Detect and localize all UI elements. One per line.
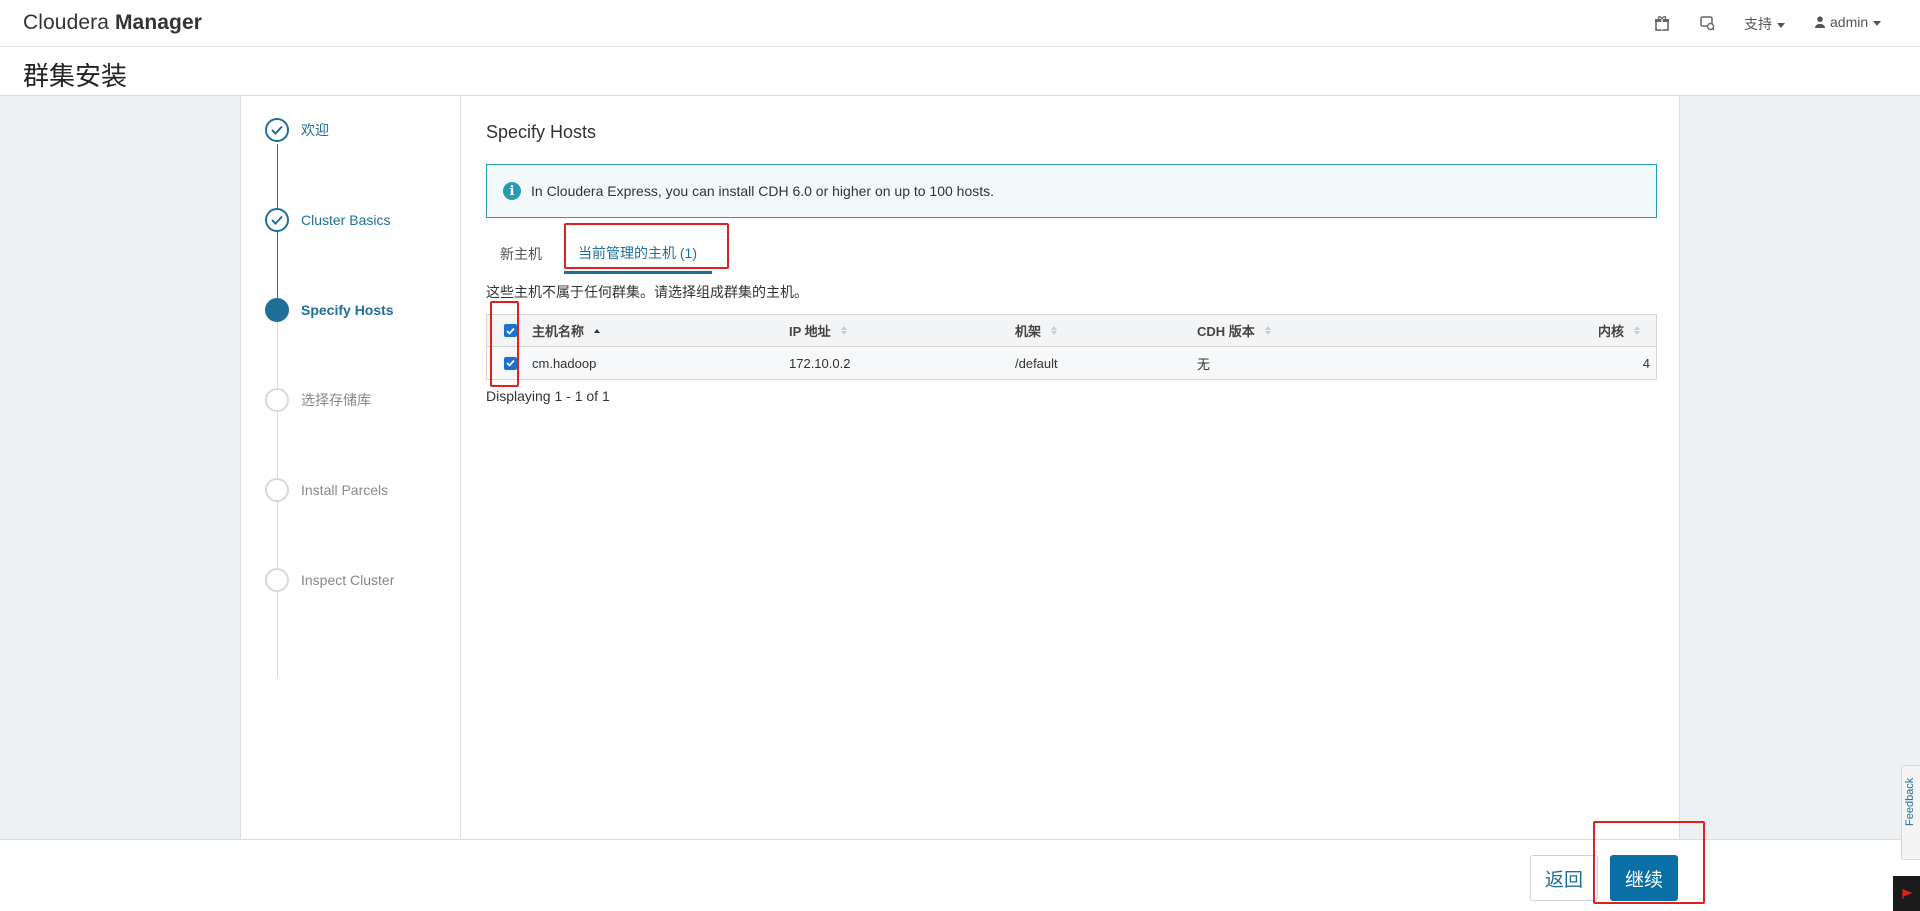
sort-icon — [1051, 326, 1058, 335]
cell-hostname: cm.hadoop — [532, 355, 597, 371]
wizard-step-label: Install Parcels — [301, 482, 389, 498]
wizard-step-label: 选择存储库 — [301, 392, 371, 408]
column-header-label: CDH 版本 — [1197, 324, 1255, 339]
table-header-row: 主机名称 IP 地址 机架 CDH 版本 内核 — [487, 315, 1656, 347]
cell-cores: 4 — [1642, 355, 1650, 371]
column-header-hostname[interactable]: 主机名称 — [532, 321, 601, 340]
tasks-icon[interactable] — [1697, 13, 1717, 33]
page-title: 群集安装 — [23, 61, 128, 91]
support-menu-label: 支持 — [1744, 16, 1772, 32]
row-select-checkbox[interactable] — [504, 356, 517, 370]
host-tabs: 新主机 当前管理的主机 (1) — [486, 223, 1657, 274]
column-header-cores[interactable]: 内核 — [1598, 321, 1640, 340]
sort-icon — [1264, 326, 1271, 335]
feedback-tab[interactable]: Feedback — [1901, 765, 1920, 860]
wizard-step-label: Cluster Basics — [301, 212, 391, 228]
active-step-dot-icon — [265, 298, 289, 322]
feedback-label: Feedback — [1904, 777, 1916, 826]
checkbox-checked-icon — [504, 324, 517, 337]
wizard-step-label: 欢迎 — [301, 122, 329, 138]
tab-label: 当前管理的主机 (1) — [578, 244, 697, 261]
wizard-card: 欢迎 Cluster Basics Specify Hosts 选择存储库 In… — [240, 96, 1680, 840]
column-header-label: 内核 — [1597, 324, 1624, 339]
cell-cdh-version: 无 — [1197, 356, 1211, 372]
wizard-step-cluster-basics[interactable]: Cluster Basics — [265, 207, 390, 233]
wizard-step-specify-hosts[interactable]: Specify Hosts — [265, 297, 394, 323]
pending-step-circle-icon — [265, 388, 289, 412]
section-title: Specify Hosts — [486, 122, 597, 142]
tab-new-hosts[interactable]: 新主机 — [486, 234, 556, 274]
wizard-step-inspect-cluster: Inspect Cluster — [265, 567, 394, 593]
brand-logo[interactable]: Cloudera Manager — [23, 11, 202, 35]
chevron-down-icon — [1777, 22, 1785, 28]
checkmark-icon — [265, 208, 289, 232]
gift-icon[interactable] — [1652, 13, 1672, 33]
wizard-step-select-repository: 选择存储库 — [265, 387, 371, 413]
column-header-cdh-version[interactable]: CDH 版本 — [1197, 321, 1271, 340]
checkbox-checked-icon — [504, 356, 517, 370]
main-panel: Specify Hosts i In Cloudera Express, you… — [486, 96, 1666, 840]
column-header-label: 机架 — [1015, 324, 1042, 339]
continue-button[interactable]: 继续 — [1610, 855, 1678, 901]
page-header: 群集安装 — [0, 48, 1920, 96]
wizard-steps: 欢迎 Cluster Basics Specify Hosts 选择存储库 In… — [241, 96, 461, 840]
brand-name-bold: Manager — [114, 11, 203, 34]
sort-icon — [1634, 326, 1640, 335]
pending-step-circle-icon — [265, 568, 289, 592]
cell-ip: 172.10.0.2 — [789, 355, 851, 371]
column-header-ip[interactable]: IP 地址 — [789, 321, 847, 340]
info-text: In Cloudera Express, you can install CDH… — [531, 183, 995, 199]
user-menu[interactable]: admin — [1815, 14, 1882, 30]
tab-label: 新主机 — [500, 246, 542, 262]
pagination-info: Displaying 1 - 1 of 1 — [486, 388, 610, 404]
column-header-label: IP 地址 — [789, 324, 831, 339]
brand-name-light: Cloudera — [23, 11, 115, 34]
wizard-step-label: Specify Hosts — [301, 302, 394, 318]
column-header-rack[interactable]: 机架 — [1015, 321, 1058, 340]
flag-icon[interactable] — [1893, 876, 1920, 911]
top-navbar: Cloudera Manager 支持 admin — [0, 0, 1920, 47]
sort-icon — [840, 326, 847, 335]
wizard-step-welcome[interactable]: 欢迎 — [265, 117, 329, 143]
sort-ascending-icon — [594, 328, 601, 333]
chevron-down-icon — [1873, 20, 1882, 26]
hosts-note: 这些主机不属于任何群集。请选择组成群集的主机。 — [486, 284, 808, 300]
table-row: cm.hadoop 172.10.0.2 /default 无 4 — [487, 347, 1656, 379]
info-icon: i — [503, 182, 521, 200]
tab-managed-hosts[interactable]: 当前管理的主机 (1) — [564, 234, 712, 274]
wizard-step-install-parcels: Install Parcels — [265, 477, 388, 503]
pending-step-circle-icon — [265, 478, 289, 502]
column-header-label: 主机名称 — [532, 324, 585, 339]
wizard-step-label: Inspect Cluster — [301, 572, 395, 588]
hosts-table: 主机名称 IP 地址 机架 CDH 版本 内核 cm.hadoop 172.10… — [486, 314, 1657, 380]
back-button[interactable]: 返回 — [1530, 855, 1598, 901]
user-menu-label: admin — [1830, 14, 1869, 30]
support-menu[interactable]: 支持 — [1744, 14, 1785, 34]
user-icon — [1815, 16, 1825, 28]
select-all-checkbox[interactable] — [504, 324, 517, 337]
wizard-footer: 返回 继续 — [0, 821, 1920, 911]
cell-rack: /default — [1015, 355, 1058, 371]
checkmark-icon — [265, 118, 289, 142]
info-alert: i In Cloudera Express, you can install C… — [486, 164, 1657, 218]
